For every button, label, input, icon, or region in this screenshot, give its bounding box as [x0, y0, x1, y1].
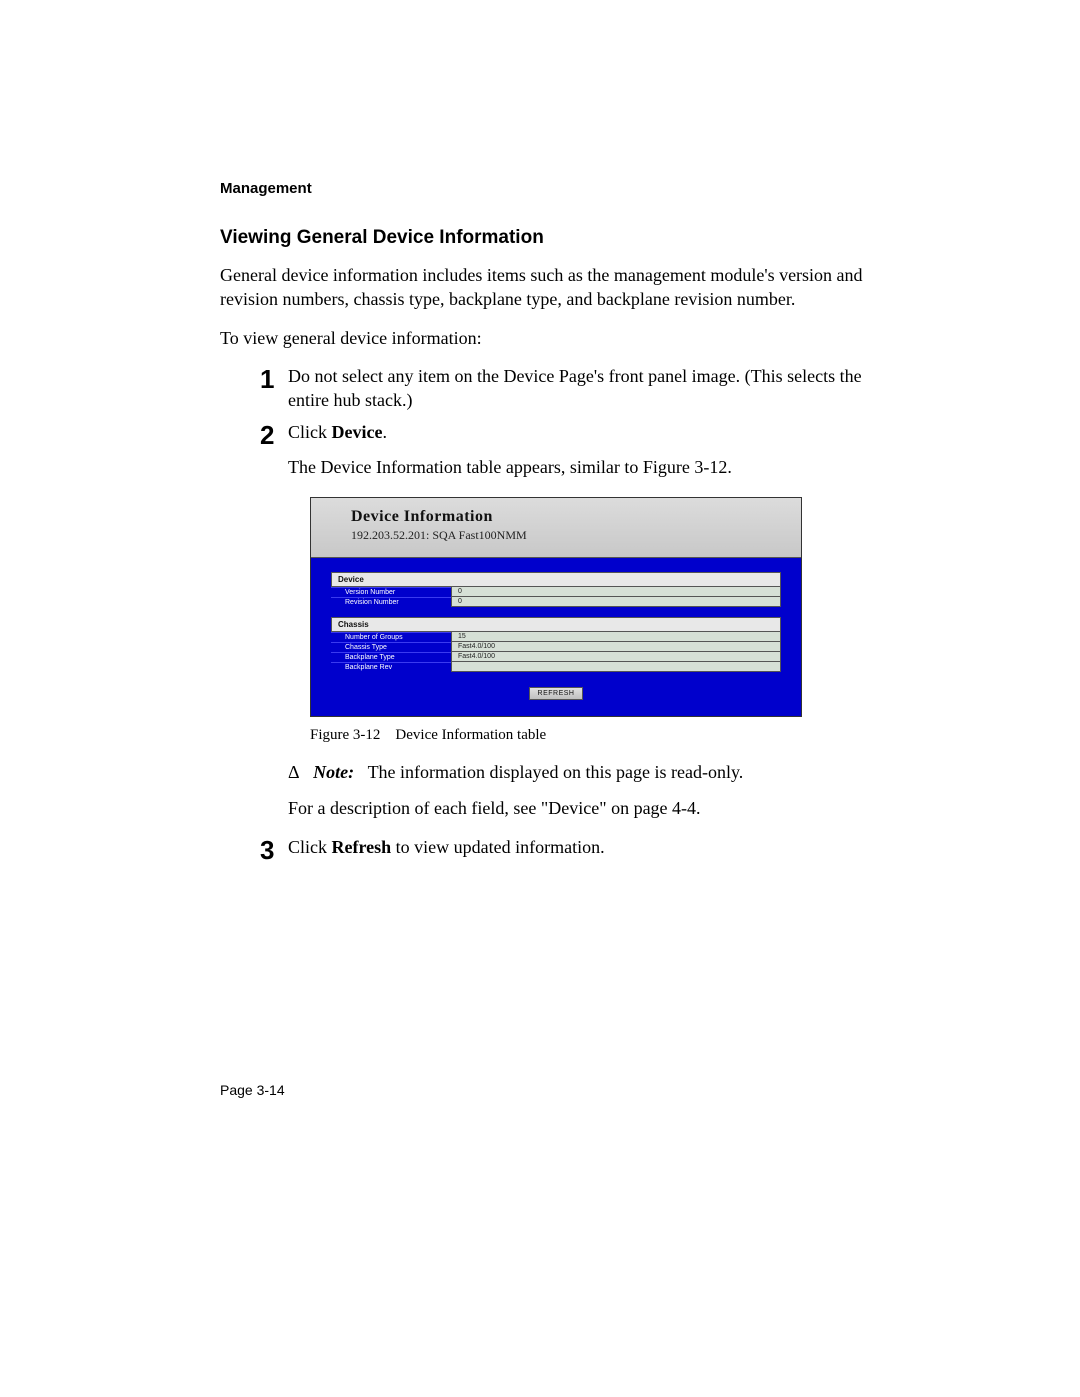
step-body: Click Device. The Device Information tab…	[288, 420, 890, 479]
figure: Device Information 192.203.52.201: SQA F…	[310, 497, 800, 744]
document-page: Management Viewing General Device Inform…	[220, 180, 890, 871]
note-text: The information displayed on this page i…	[368, 762, 744, 782]
table-row: Revision Number 0	[331, 597, 781, 607]
step-body: Do not select any item on the Device Pag…	[288, 364, 890, 413]
row-label: Backplane Rev	[331, 662, 451, 672]
row-label: Revision Number	[331, 597, 451, 607]
figure-subtitle: 192.203.52.201: SQA Fast100NMM	[351, 528, 761, 543]
note-delta: Δ	[288, 762, 300, 782]
row-value: 15	[451, 632, 781, 642]
row-value: 0	[451, 587, 781, 597]
device-group: Device Version Number 0 Revision Number …	[331, 572, 781, 607]
step-text-pre: Click	[288, 422, 332, 442]
table-row: Version Number 0	[331, 587, 781, 597]
row-value: Fast4.0/100	[451, 652, 781, 662]
step-3: 3 Click Refresh to view updated informat…	[260, 835, 890, 863]
step-text-bold: Refresh	[332, 837, 392, 857]
figure-header: Device Information 192.203.52.201: SQA F…	[311, 498, 801, 558]
row-label: Version Number	[331, 587, 451, 597]
step-text-post: to view updated information.	[391, 837, 604, 857]
page-number: Page 3-14	[220, 1082, 285, 1098]
step-text-pre: Click	[288, 837, 332, 857]
intro-paragraph: General device information includes item…	[220, 263, 890, 312]
step-after: The Device Information table appears, si…	[288, 455, 890, 479]
row-label: Chassis Type	[331, 642, 451, 652]
figure-screenshot: Device Information 192.203.52.201: SQA F…	[310, 497, 802, 717]
step-1: 1 Do not select any item on the Device P…	[260, 364, 890, 413]
row-value: 0	[451, 597, 781, 607]
step-2: 2 Click Device. The Device Information t…	[260, 420, 890, 479]
row-label: Backplane Type	[331, 652, 451, 662]
table-row: Backplane Type Fast4.0/100	[331, 652, 781, 662]
step-text-bold: Device	[332, 422, 383, 442]
section-title: Viewing General Device Information	[220, 227, 890, 249]
chapter-label: Management	[220, 180, 890, 197]
chassis-group-header: Chassis	[331, 617, 781, 632]
steps-list-continued: 3 Click Refresh to view updated informat…	[260, 835, 890, 863]
figure-caption: Figure 3-12 Device Information table	[310, 727, 800, 744]
steps-list: 1 Do not select any item on the Device P…	[260, 364, 890, 479]
step-body: Click Refresh to view updated informatio…	[288, 835, 890, 859]
figure-title: Device Information	[351, 508, 761, 526]
row-value: Fast4.0/100	[451, 642, 781, 652]
device-group-header: Device	[331, 572, 781, 587]
table-row: Backplane Rev	[331, 662, 781, 672]
row-label: Number of Groups	[331, 632, 451, 642]
step-text-post: .	[382, 422, 387, 442]
crossref: For a description of each field, see "De…	[288, 796, 890, 820]
table-row: Number of Groups 15	[331, 632, 781, 642]
refresh-row: REFRESH	[331, 682, 781, 700]
table-row: Chassis Type Fast4.0/100	[331, 642, 781, 652]
refresh-button[interactable]: REFRESH	[529, 687, 584, 700]
figure-body: Device Version Number 0 Revision Number …	[311, 558, 801, 716]
row-value	[451, 662, 781, 672]
chassis-group: Chassis Number of Groups 15 Chassis Type…	[331, 617, 781, 672]
note: Δ Note: The information displayed on thi…	[288, 760, 890, 784]
note-label: Note:	[313, 762, 354, 782]
lead-paragraph: To view general device information:	[220, 326, 890, 350]
step-number: 3	[260, 835, 288, 863]
step-number: 2	[260, 420, 288, 448]
step-number: 1	[260, 364, 288, 392]
